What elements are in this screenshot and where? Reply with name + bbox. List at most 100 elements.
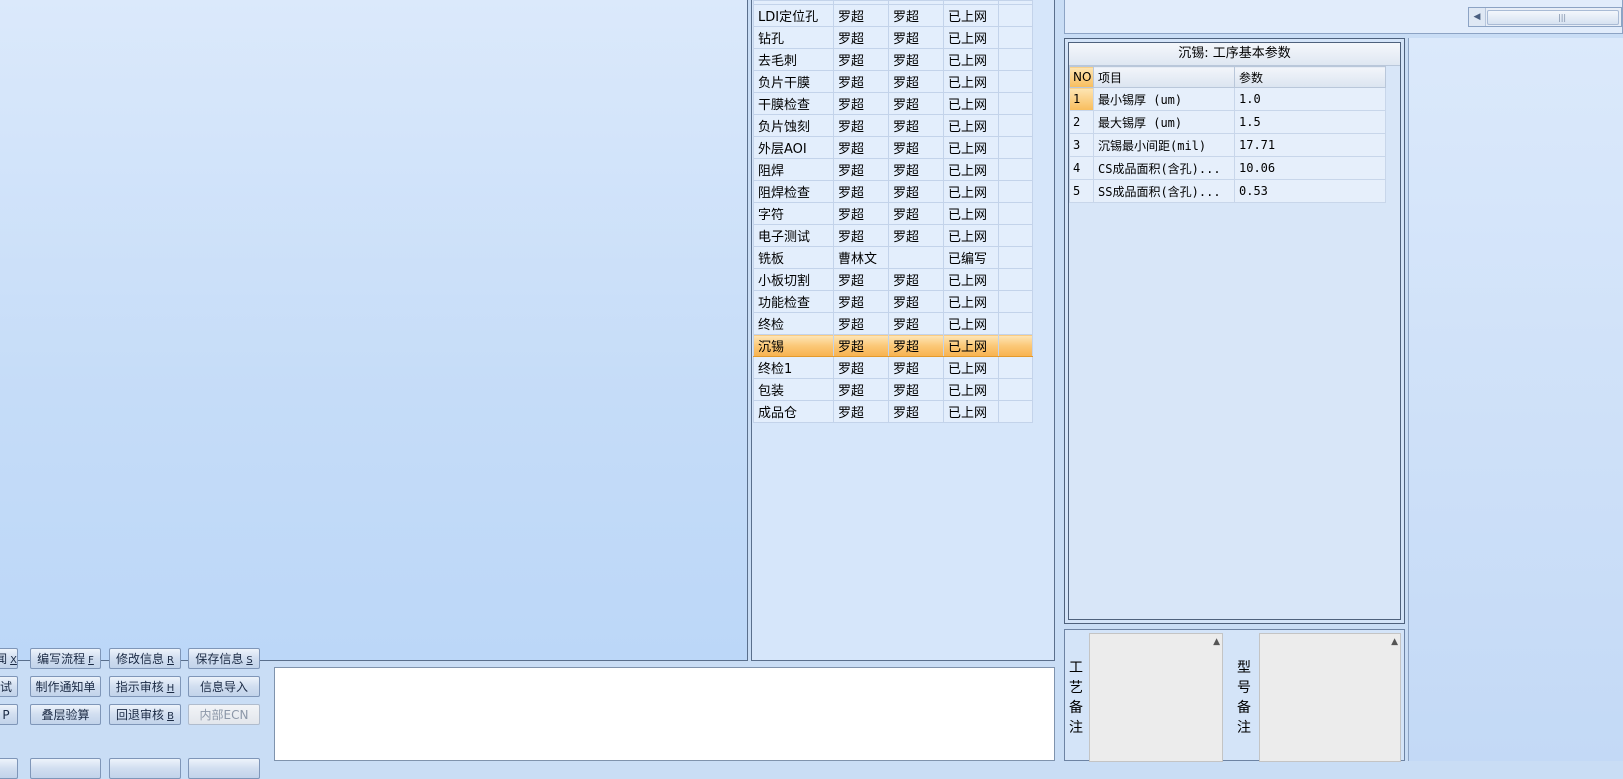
process-cell-status[interactable]: 已上网 (943, 312, 999, 335)
process-cell-a[interactable]: 罗超 (833, 400, 889, 423)
process-cell-status[interactable]: 已上网 (943, 158, 999, 181)
process-cell-empty[interactable] (998, 400, 1033, 423)
process-cell-b[interactable]: 罗超 (888, 268, 944, 291)
process-cell-b[interactable]: 罗超 (888, 312, 944, 335)
process-cell-b[interactable]: 罗超 (888, 334, 944, 357)
scroll-left-arrow-icon[interactable]: ◀ (1469, 8, 1486, 26)
process-cell-a[interactable]: 罗超 (833, 378, 889, 401)
parameter-row[interactable]: 5 SS成品面积(含孔)... 0.53 (1069, 179, 1386, 203)
process-row[interactable]: 阻焊 罗超 罗超 已上网 (753, 158, 1033, 181)
parameter-cell-item[interactable]: SS成品面积(含孔)... (1093, 179, 1235, 203)
process-cell-name[interactable]: 钻孔 (753, 26, 834, 49)
action-button-partial[interactable] (109, 758, 181, 779)
process-cell-empty[interactable] (998, 180, 1033, 203)
action-button[interactable]: 叠层验算 (30, 704, 101, 725)
process-cell-status[interactable]: 已上网 (943, 26, 999, 49)
process-cell-a[interactable]: 罗超 (833, 334, 889, 357)
parameter-cell-no[interactable]: 3 (1069, 133, 1094, 157)
parameter-cell-no[interactable]: 2 (1069, 110, 1094, 134)
process-row[interactable]: 去毛刺 罗超 罗超 已上网 (753, 48, 1033, 71)
process-cell-status[interactable]: 已上网 (943, 180, 999, 203)
process-cell-name[interactable]: 外层AOI (753, 136, 834, 159)
process-cell-name[interactable]: 包装 (753, 378, 834, 401)
action-button-partial[interactable] (30, 758, 101, 779)
action-button-partial[interactable] (188, 758, 260, 779)
process-row[interactable]: LDI定位孔 罗超 罗超 已上网 (753, 4, 1033, 27)
process-row[interactable]: 包装 罗超 罗超 已上网 (753, 378, 1033, 401)
process-cell-empty[interactable] (998, 378, 1033, 401)
process-cell-name[interactable]: 铣板 (753, 246, 834, 269)
process-cell-empty[interactable] (998, 4, 1033, 27)
process-cell-empty[interactable] (998, 26, 1033, 49)
process-cell-b[interactable]: 罗超 (888, 180, 944, 203)
action-button[interactable]: 试 (0, 676, 18, 697)
action-button[interactable]: 信息导入 (188, 676, 260, 697)
process-cell-b[interactable]: 罗超 (888, 4, 944, 27)
process-cell-status[interactable]: 已上网 (943, 224, 999, 247)
process-cell-status[interactable]: 已上网 (943, 92, 999, 115)
process-cell-empty[interactable] (998, 290, 1033, 313)
process-cell-empty[interactable] (998, 334, 1033, 357)
parameter-cell-value[interactable]: 1.5 (1234, 110, 1386, 134)
process-cell-b[interactable]: 罗超 (888, 224, 944, 247)
process-cell-name[interactable]: 去毛刺 (753, 48, 834, 71)
process-cell-b[interactable]: 罗超 (888, 378, 944, 401)
process-cell-empty[interactable] (998, 312, 1033, 335)
process-cell-name[interactable]: 终检 (753, 312, 834, 335)
scrollbar-thumb[interactable]: ||| (1487, 10, 1619, 25)
process-cell-a[interactable]: 罗超 (833, 70, 889, 93)
process-cell-empty[interactable] (998, 114, 1033, 137)
process-cell-empty[interactable] (998, 158, 1033, 181)
process-row[interactable]: 小板切割 罗超 罗超 已上网 (753, 268, 1033, 291)
process-row[interactable]: 终检1 罗超 罗超 已上网 (753, 356, 1033, 379)
action-button[interactable]: 编写流程 F (30, 648, 101, 669)
process-row[interactable]: 负片蚀刻 罗超 罗超 已上网 (753, 114, 1033, 137)
action-button[interactable]: 指示审核 H (109, 676, 181, 697)
process-row[interactable]: 终检 罗超 罗超 已上网 (753, 312, 1033, 335)
action-button[interactable]: 保存信息 S (188, 648, 260, 669)
parameter-cell-value[interactable]: 0.53 (1234, 179, 1386, 203)
process-cell-status[interactable]: 已编写 (943, 246, 999, 269)
process-cell-empty[interactable] (998, 268, 1033, 291)
parameter-cell-item[interactable]: CS成品面积(含孔)... (1093, 156, 1235, 180)
process-cell-b[interactable]: 罗超 (888, 356, 944, 379)
parameter-cell-value[interactable]: 17.71 (1234, 133, 1386, 157)
parameter-row[interactable]: 2 最大锡厚 (um) 1.5 (1069, 110, 1386, 134)
process-cell-status[interactable]: 已上网 (943, 4, 999, 27)
parameter-cell-value[interactable]: 1.0 (1234, 87, 1386, 111)
parameter-row[interactable]: 4 CS成品面积(含孔)... 10.06 (1069, 156, 1386, 180)
process-cell-a[interactable]: 罗超 (833, 224, 889, 247)
process-cell-name[interactable]: 功能检查 (753, 290, 834, 313)
process-cell-name[interactable]: LDI定位孔 (753, 4, 834, 27)
process-cell-b[interactable]: 罗超 (888, 202, 944, 225)
action-button-partial[interactable] (0, 758, 18, 779)
process-cell-a[interactable]: 罗超 (833, 268, 889, 291)
process-cell-b[interactable]: 罗超 (888, 70, 944, 93)
process-row[interactable]: 钻孔 罗超 罗超 已上网 (753, 26, 1033, 49)
process-cell-empty[interactable] (998, 48, 1033, 71)
process-cell-b[interactable]: 罗超 (888, 114, 944, 137)
parameter-cell-value[interactable]: 10.06 (1234, 156, 1386, 180)
action-button[interactable]: 回退审核 B (109, 704, 181, 725)
process-cell-name[interactable]: 阻焊检查 (753, 180, 834, 203)
process-cell-status[interactable]: 已上网 (943, 136, 999, 159)
process-cell-a[interactable]: 曹林文 (833, 246, 889, 269)
parameter-row[interactable]: 1 最小锡厚 (um) 1.0 (1069, 87, 1386, 111)
parameter-cell-no[interactable]: 4 (1069, 156, 1094, 180)
process-cell-status[interactable]: 已上网 (943, 202, 999, 225)
header-value[interactable]: 参数 (1234, 66, 1386, 88)
action-button[interactable]: 闻X (0, 648, 18, 669)
process-row[interactable]: 阻焊检查 罗超 罗超 已上网 (753, 180, 1033, 203)
process-cell-status[interactable]: 已上网 (943, 356, 999, 379)
process-cell-a[interactable]: 罗超 (833, 180, 889, 203)
process-cell-status[interactable]: 已上网 (943, 268, 999, 291)
process-cell-empty[interactable] (998, 202, 1033, 225)
process-cell-a[interactable]: 罗超 (833, 356, 889, 379)
action-button[interactable]: 内部ECN (188, 704, 260, 725)
process-cell-a[interactable]: 罗超 (833, 4, 889, 27)
parameter-cell-item[interactable]: 沉锡最小间距(mil) (1093, 133, 1235, 157)
process-cell-a[interactable]: 罗超 (833, 48, 889, 71)
process-cell-empty[interactable] (998, 356, 1033, 379)
process-row[interactable]: 电子测试 罗超 罗超 已上网 (753, 224, 1033, 247)
process-cell-b[interactable]: 罗超 (888, 136, 944, 159)
